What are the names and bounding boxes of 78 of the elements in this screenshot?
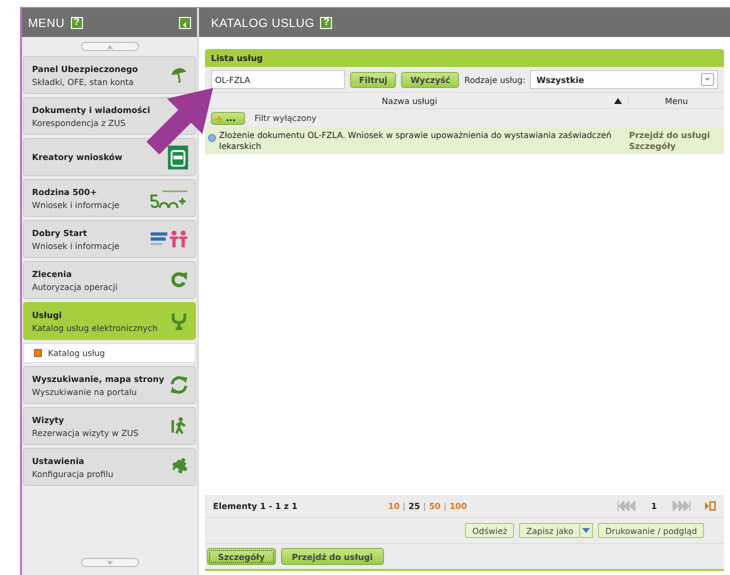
row-action-link[interactable]: Przejdź do usługi bbox=[629, 130, 724, 140]
separator: | bbox=[444, 501, 446, 511]
menu-title: MENU bbox=[28, 16, 65, 30]
menu-item-subtitle: Korespondencja z ZUS bbox=[32, 118, 126, 128]
submenu-item[interactable]: Katalog usług bbox=[23, 343, 196, 363]
separator: | bbox=[423, 501, 426, 511]
menu-item[interactable]: Dobry Start Wniosek i informacje bbox=[23, 220, 196, 258]
menu-item-title: Kreatory wniosków bbox=[32, 152, 124, 162]
down-icon bbox=[106, 560, 112, 564]
menu-item-title: Panel Ubezpieczonego bbox=[32, 64, 139, 74]
menu-item-title: Dokumenty i wiadomości bbox=[32, 104, 152, 114]
scroll-up-button[interactable] bbox=[80, 42, 138, 51]
menu-item-title: Dobry Start bbox=[32, 228, 88, 238]
menu-item-subtitle: Katalog usług elektronicznych bbox=[32, 322, 159, 332]
caret-icon bbox=[582, 528, 590, 533]
menu-item[interactable]: Kreatory wniosków bbox=[23, 138, 196, 176]
scroll-down-button[interactable] bbox=[80, 558, 138, 567]
column-header: Menu bbox=[628, 96, 724, 106]
filter-status: Filtr wyłączony bbox=[254, 113, 317, 123]
umbrella-icon bbox=[169, 65, 189, 85]
first-previous-icon[interactable] bbox=[617, 501, 638, 511]
print-preview-button[interactable]: Drukowanie / podgląd bbox=[598, 523, 704, 538]
action-button[interactable]: Szczegóły bbox=[207, 548, 276, 565]
table-row[interactable]: Złożenie dokumentu OL-FZLA. Wniosek w sprawie upoważnienia do wystawiania zaświadczeń lekarskich Przejdź do usługi Szczegóły bbox=[205, 127, 724, 154]
column-header[interactable]: Nazwa usługi bbox=[382, 96, 438, 106]
menu-item[interactable]: Ustawienia Konfiguracja profilu bbox=[23, 448, 196, 486]
logo-500-icon bbox=[149, 188, 189, 208]
page-size-link[interactable]: 25 bbox=[408, 501, 420, 511]
menu-item-title: Ustawienia bbox=[32, 456, 86, 466]
sync-icon bbox=[169, 375, 189, 395]
export-icon[interactable] bbox=[705, 501, 716, 511]
menu-item[interactable]: Usługi Katalog usług elektronicznych bbox=[23, 302, 196, 340]
menu-item-subtitle: Konfiguracja profilu bbox=[32, 468, 114, 478]
sort-ascending-icon[interactable] bbox=[614, 98, 622, 104]
document-icon bbox=[167, 144, 189, 170]
arrow-icon bbox=[215, 116, 223, 122]
submenu-label: Katalog usług bbox=[48, 348, 105, 358]
type-dropdown[interactable]: Wszystkie bbox=[530, 70, 718, 89]
filter-button[interactable]: Filtruj bbox=[350, 72, 396, 88]
menu-item-subtitle: Wniosek i informacje bbox=[32, 240, 120, 250]
row-marker-icon bbox=[208, 134, 216, 142]
menu-item[interactable]: Zlecenia Autoryzacja operacji bbox=[23, 261, 196, 299]
collapse-button[interactable] bbox=[179, 16, 191, 28]
separator: | bbox=[402, 501, 406, 511]
menu-item-subtitle: Autoryzacja operacji bbox=[32, 282, 119, 292]
menu-item[interactable]: Wyszukiwanie, mapa strony Wyszukiwanie na portalu bbox=[23, 366, 196, 404]
menu-item-title: Wizyty bbox=[32, 414, 65, 424]
menu-item-subtitle: Wyszukiwanie na portalu bbox=[32, 386, 138, 396]
next-last-icon[interactable] bbox=[671, 501, 691, 511]
items-summary: Elementy 1 - 1 z 1 bbox=[213, 501, 299, 511]
save-as-button[interactable]: Zapisz jako bbox=[519, 523, 580, 538]
refresh-button[interactable]: Odśwież bbox=[465, 523, 514, 538]
save-as-dropdown-button[interactable] bbox=[580, 523, 594, 538]
fork-icon bbox=[169, 311, 189, 331]
menu-item-subtitle: Składki, OFE, stan konta bbox=[32, 76, 135, 86]
menu-item-title: Usługi bbox=[32, 310, 63, 320]
menu-item[interactable]: Panel Ubezpieczonego Składki, OFE, stan konta bbox=[23, 56, 196, 94]
panel-title: Lista usług bbox=[205, 49, 724, 67]
up-icon bbox=[106, 44, 112, 48]
page-title: KATALOG USLUG bbox=[211, 16, 314, 30]
menu-item-title: Wyszukiwanie, mapa strony bbox=[32, 374, 166, 384]
menu-item-subtitle: Wniosek i informacje bbox=[32, 200, 120, 210]
row-action-link[interactable]: Szczegóły bbox=[629, 140, 724, 151]
menu-item[interactable]: Wizyty Rezerwacja wizyty w ZUS bbox=[23, 407, 196, 445]
page-number: 1 bbox=[651, 501, 657, 511]
menu-item[interactable]: Rodzina 500+ Wniosek i informacje bbox=[23, 179, 196, 217]
menu-item-title: Rodzina 500+ bbox=[32, 186, 98, 196]
type-label: Rodzaje usług: bbox=[464, 74, 526, 84]
service-name: Złożenie dokumentu OL-FZLA. Wniosek w sprawie upoważnienia do wystawiania zaświadczeń lekarskich bbox=[219, 129, 612, 152]
filter-button[interactable]: Wyczyść bbox=[401, 72, 460, 88]
dropdown-icon bbox=[701, 73, 714, 86]
figures-icon bbox=[149, 229, 189, 249]
refresh-icon bbox=[169, 270, 189, 290]
menu-item-subtitle: Rezerwacja wizyty w ZUS bbox=[32, 428, 140, 438]
action-button[interactable]: Przejdź do usługi bbox=[280, 548, 384, 565]
search-field[interactable]: OL-FZLA bbox=[211, 70, 345, 89]
menu-item-title: Zlecenia bbox=[32, 268, 73, 278]
filter-options-button[interactable]: ... bbox=[211, 112, 245, 124]
